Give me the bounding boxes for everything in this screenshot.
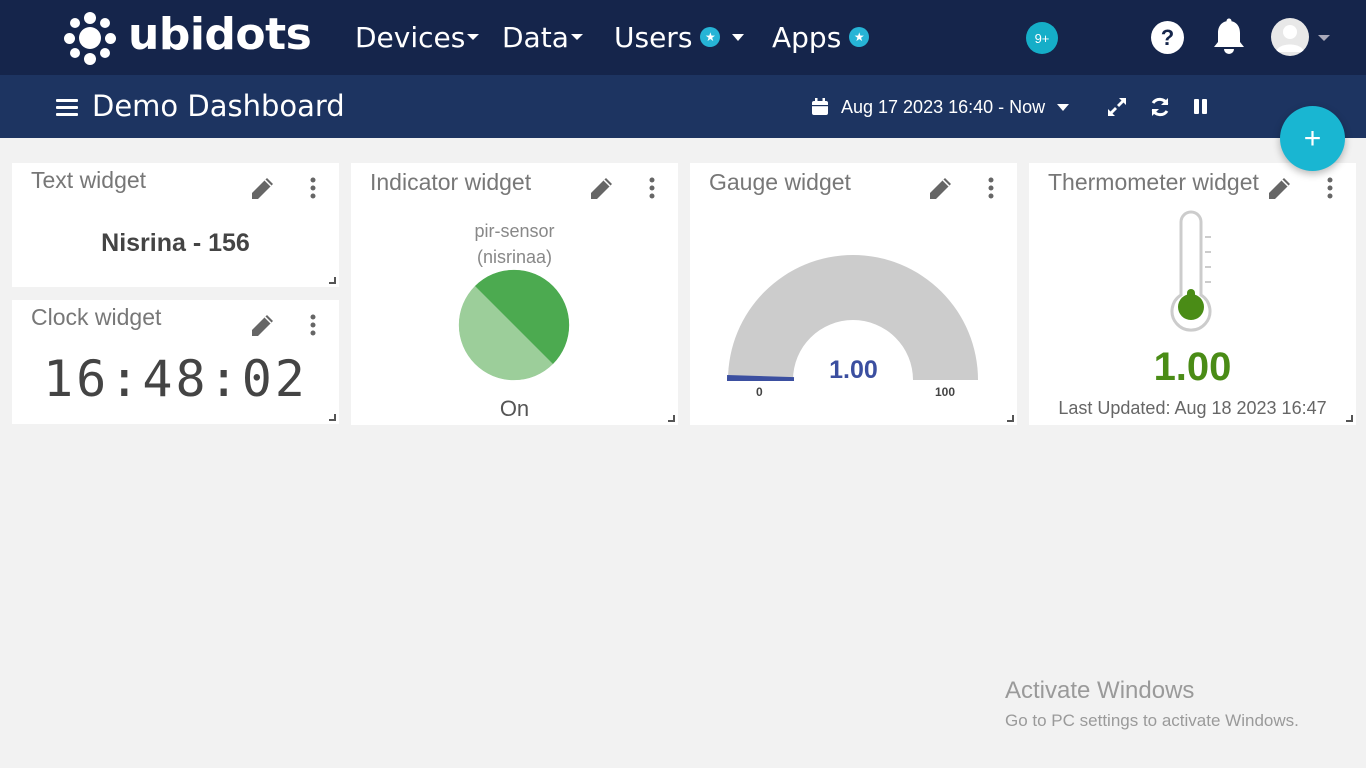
date-range-picker[interactable]: Aug 17 2023 16:40 - Now: [811, 95, 1070, 119]
star-badge-icon: ★: [700, 27, 721, 47]
gauge-value: 1.00: [829, 356, 878, 384]
text-widget: Text widget Nisrina - 156: [12, 163, 339, 287]
edit-icon[interactable]: [248, 175, 276, 203]
resize-handle[interactable]: [329, 414, 336, 421]
bell-icon[interactable]: [1212, 18, 1246, 56]
more-vertical-icon[interactable]: [1327, 177, 1333, 199]
thermometer-widget: Thermometer widget 1.00 Last Updated: Au…: [1029, 163, 1356, 425]
refresh-icon[interactable]: [1149, 96, 1171, 118]
edit-icon[interactable]: [926, 175, 954, 203]
dashboard-toolbar: Demo Dashboard Aug 17 2023 16:40 - Now: [0, 75, 1366, 138]
activate-windows-watermark: Activate Windows Go to PC settings to ac…: [1005, 677, 1299, 731]
expand-icon[interactable]: [1106, 96, 1128, 118]
ubidots-logo[interactable]: ubidots: [62, 9, 312, 66]
top-navbar: ubidots Devices Data Users ★ Apps ★ 9+ ?: [0, 0, 1366, 75]
nav-devices[interactable]: Devices: [355, 18, 480, 56]
add-widget-button[interactable]: +: [1280, 106, 1345, 171]
gauge-widget: Gauge widget 1.00 0 100: [690, 163, 1017, 425]
text-widget-value: Nisrina - 156: [101, 229, 250, 257]
more-vertical-icon[interactable]: [310, 177, 316, 199]
chevron-down-icon[interactable]: [1318, 35, 1330, 41]
indicator-light: [458, 269, 570, 381]
nav-devices-label: Devices: [355, 20, 466, 54]
nav-apps-label: Apps: [772, 20, 842, 54]
notifications-count-badge[interactable]: 9+: [1026, 22, 1058, 54]
nav-data-label: Data: [502, 20, 569, 54]
widget-title: Indicator widget: [370, 169, 532, 195]
nav-data[interactable]: Data: [502, 18, 583, 56]
chevron-down-icon: [732, 33, 745, 41]
star-badge-icon: ★: [849, 27, 870, 47]
widget-title: Gauge widget: [709, 169, 851, 195]
avatar[interactable]: [1271, 18, 1309, 56]
resize-handle[interactable]: [329, 277, 336, 284]
widget-title: Text widget: [31, 167, 147, 193]
edit-icon[interactable]: [1265, 175, 1293, 203]
help-button[interactable]: ?: [1151, 21, 1184, 54]
chevron-down-icon: [467, 34, 480, 40]
thermometer-last-updated: Last Updated: Aug 18 2023 16:47: [1058, 398, 1327, 418]
nav-apps[interactable]: Apps ★: [772, 18, 870, 56]
gauge-min-label: 0: [756, 385, 763, 399]
clock-time: 16:48:02: [43, 350, 308, 408]
watermark-subtitle: Go to PC settings to activate Windows.: [1005, 711, 1299, 730]
chevron-down-icon: [1057, 103, 1070, 111]
more-vertical-icon[interactable]: [310, 314, 316, 336]
indicator-device-name: (nisrinaa): [476, 247, 553, 267]
indicator-widget: Indicator widget pir-sensor (nisrinaa) O…: [351, 163, 678, 425]
calendar-icon: [812, 98, 828, 115]
hamburger-menu-icon[interactable]: [56, 99, 78, 117]
thermometer-value: 1.00: [1153, 345, 1232, 389]
more-vertical-icon[interactable]: [649, 177, 655, 199]
date-range-label: Aug 17 2023 16:40 - Now: [841, 96, 1046, 117]
pause-icon[interactable]: [1190, 96, 1212, 118]
brand-name: ubidots: [128, 9, 312, 60]
chevron-down-icon: [570, 34, 583, 40]
nav-users-label: Users: [614, 20, 693, 54]
widget-title: Clock widget: [31, 304, 162, 330]
watermark-title: Activate Windows: [1005, 677, 1195, 704]
gauge-max-label: 100: [935, 385, 956, 399]
dashboard-title[interactable]: Demo Dashboard: [92, 89, 345, 123]
logo-dots-icon: [62, 10, 118, 66]
resize-handle[interactable]: [1346, 415, 1353, 422]
resize-handle[interactable]: [1007, 415, 1014, 422]
nav-users[interactable]: Users ★: [614, 18, 745, 56]
user-icon: [1276, 25, 1304, 52]
indicator-variable-name: pir-sensor: [474, 221, 555, 241]
resize-handle[interactable]: [668, 415, 675, 422]
thermometer-icon: [1170, 210, 1212, 332]
edit-icon[interactable]: [248, 312, 276, 340]
indicator-state: On: [499, 396, 530, 421]
clock-widget: Clock widget 16:48:02: [12, 300, 339, 424]
widget-title: Thermometer widget: [1048, 169, 1259, 195]
edit-icon[interactable]: [587, 175, 615, 203]
more-vertical-icon[interactable]: [988, 177, 994, 199]
